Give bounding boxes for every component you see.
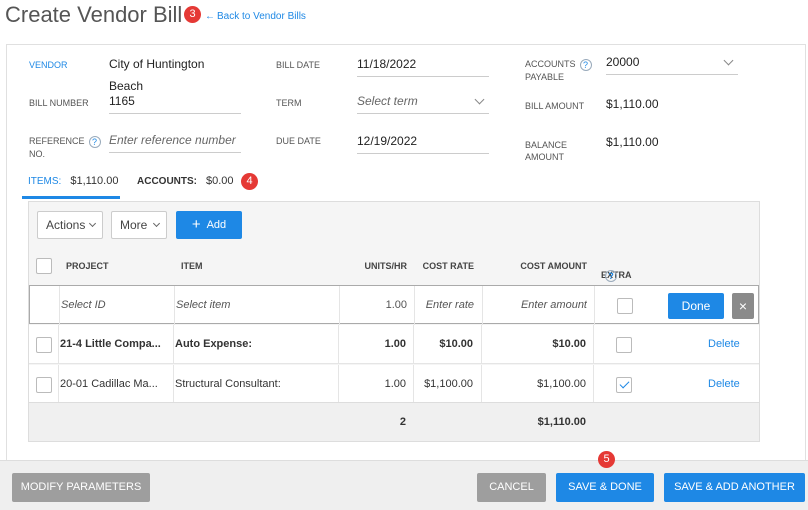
- modify-parameters-button[interactable]: MODIFY PARAMETERS: [12, 473, 150, 502]
- item-cell: Auto Expense:: [175, 338, 253, 350]
- column-header-cost-amount[interactable]: COST AMOUNT: [479, 261, 587, 271]
- add-button[interactable]: + Add: [176, 211, 242, 239]
- row-checkbox[interactable]: [36, 337, 52, 353]
- help-icon[interactable]: ?: [88, 135, 101, 148]
- bill-amount-label: BILL AMOUNT: [525, 101, 585, 111]
- accounts-payable-select[interactable]: 20000: [606, 51, 738, 75]
- chevron-down-icon: [152, 219, 161, 228]
- bill-amount-value: $1,110.00: [606, 97, 659, 111]
- table-row: 21-4 Little Compa... Auto Expense: 1.00 …: [29, 325, 759, 364]
- project-cell: 21-4 Little Compa...: [60, 338, 161, 350]
- edit-row: Select ID Select item 1.00 Enter rate En…: [29, 285, 759, 325]
- rate-input[interactable]: Enter rate: [416, 286, 474, 325]
- arrow-left-icon: ←: [205, 11, 215, 22]
- table-row: 20-01 Cadillac Ma... Structural Consulta…: [29, 365, 759, 404]
- amount-cell: $1,100.00: [537, 378, 586, 390]
- column-header-project[interactable]: PROJECT: [66, 261, 109, 271]
- units-total: 2: [399, 416, 406, 428]
- accounts-payable-label: ACCOUNTS? PAYABLE: [525, 58, 592, 83]
- amount-total: $1,110.00: [537, 416, 586, 428]
- bill-number-label: BILL NUMBER: [29, 98, 89, 108]
- item-cell: Structural Consultant:: [175, 378, 281, 390]
- close-icon[interactable]: ×: [732, 293, 754, 319]
- item-input[interactable]: Select item: [176, 286, 336, 325]
- project-cell: 20-01 Cadillac Ma...: [60, 378, 158, 390]
- rate-cell: $1,100.00: [424, 378, 473, 390]
- bill-number-field[interactable]: 1165: [109, 90, 241, 114]
- extra-checkbox-checked[interactable]: [616, 377, 632, 393]
- table-header: PROJECT ITEM UNITS/HR COST RATE COST AMO…: [29, 252, 759, 282]
- units-cell: 1.00: [384, 338, 406, 350]
- tab-items[interactable]: ITEMS: $1,110.00: [28, 175, 118, 187]
- step-badge-5: 5: [598, 451, 615, 468]
- due-date-field[interactable]: 12/19/2022: [357, 130, 489, 154]
- rate-cell: $10.00: [439, 338, 473, 350]
- balance-amount-label: BALANCE AMOUNT: [525, 140, 568, 162]
- extra-checkbox[interactable]: [616, 337, 632, 353]
- help-icon[interactable]: ?: [605, 270, 617, 282]
- cancel-button[interactable]: CANCEL: [477, 473, 546, 502]
- tab-items-underline: [22, 196, 120, 199]
- units-input[interactable]: 1.00: [341, 286, 407, 325]
- save-and-done-button[interactable]: SAVE & DONE: [556, 473, 654, 502]
- select-all-checkbox[interactable]: [36, 258, 52, 274]
- amount-input[interactable]: Enter amount: [484, 286, 587, 325]
- units-cell: 1.00: [384, 378, 406, 390]
- page-title: Create Vendor Bill: [5, 2, 183, 27]
- vendor-field[interactable]: City of Huntington Beach: [109, 53, 241, 93]
- checkmark-icon: [619, 378, 630, 389]
- balance-amount-value: $1,110.00: [606, 135, 659, 149]
- delete-link[interactable]: Delete: [708, 365, 748, 404]
- chevron-down-icon: [723, 55, 734, 66]
- footer-bar: MODIFY PARAMETERS CANCEL SAVE & DONE SAV…: [0, 460, 808, 510]
- chevron-down-icon: [88, 219, 97, 228]
- term-select[interactable]: Select term: [357, 90, 489, 114]
- due-date-label: DUE DATE: [276, 136, 321, 146]
- reference-input[interactable]: Enter reference number: [109, 129, 241, 153]
- back-to-vendor-bills-link[interactable]: ← Back to Vendor Bills: [205, 11, 306, 22]
- extra-checkbox[interactable]: [617, 298, 633, 314]
- term-label: TERM: [276, 98, 302, 108]
- project-input[interactable]: Select ID: [61, 286, 171, 325]
- chevron-down-icon: [474, 94, 485, 105]
- vendor-label[interactable]: VENDOR: [29, 59, 68, 71]
- bill-date-field[interactable]: 11/18/2022: [357, 53, 489, 77]
- row-checkbox[interactable]: [36, 377, 52, 393]
- step-badge-4: 4: [241, 173, 258, 190]
- help-icon[interactable]: ?: [579, 58, 592, 71]
- items-grid: Actions More + Add PROJECT ITEM UNITS/HR …: [28, 201, 760, 442]
- step-badge-3: 3: [184, 6, 201, 23]
- done-button[interactable]: Done: [668, 293, 724, 319]
- amount-cell: $10.00: [552, 338, 586, 350]
- actions-dropdown[interactable]: Actions: [37, 211, 103, 239]
- reference-label: REFERENCE? NO.: [29, 135, 101, 160]
- more-dropdown[interactable]: More: [111, 211, 167, 239]
- save-and-add-another-button[interactable]: SAVE & ADD ANOTHER: [664, 473, 805, 502]
- column-header-units[interactable]: UNITS/HR: [339, 261, 408, 271]
- bill-date-label: BILL DATE: [276, 60, 321, 70]
- column-header-item[interactable]: ITEM: [181, 261, 203, 271]
- delete-link[interactable]: Delete: [708, 325, 748, 364]
- tab-accounts[interactable]: ACCOUNTS: $0.00: [137, 175, 234, 187]
- plus-icon: +: [191, 216, 201, 233]
- column-header-cost-rate[interactable]: COST RATE: [409, 261, 474, 271]
- totals-row: 2 $1,110.00: [29, 402, 759, 441]
